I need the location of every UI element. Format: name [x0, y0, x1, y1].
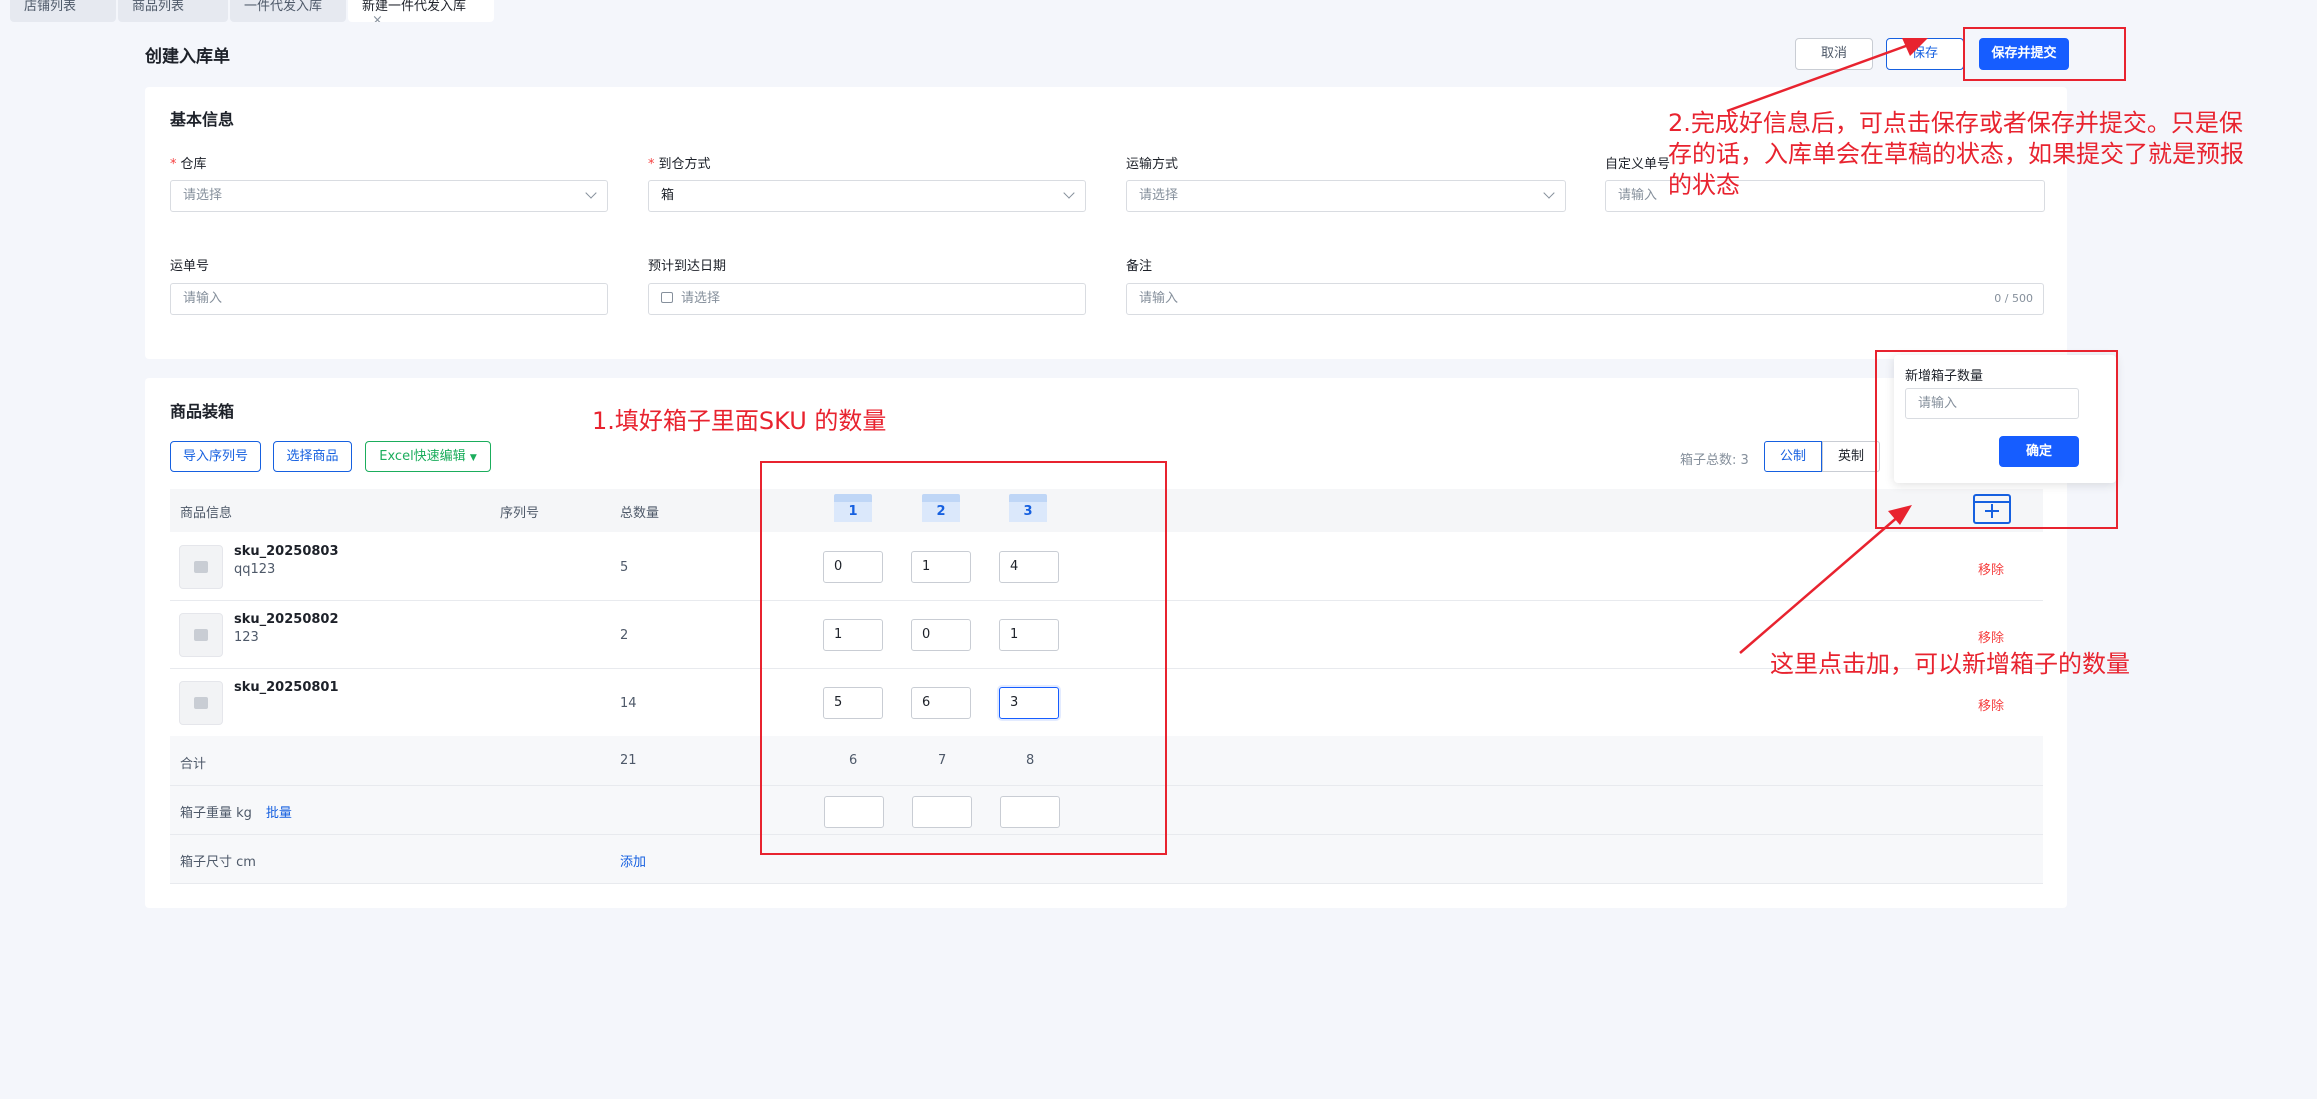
annotation-add-box: 这里点击加，可以新增箱子的数量 — [1770, 650, 2130, 678]
annotation-line: 存的话，入库单会在草稿的状态，如果提交了就是预报 — [1668, 140, 2244, 168]
annotation-step2: 2.完成好信息后，可点击保存或者保存并提交。只是保 存的话，入库单会在草稿的状态… — [1668, 108, 2244, 201]
annotation-step1: 1.填好箱子里面SKU 的数量 — [592, 407, 887, 435]
arrow-to-add-box — [1739, 514, 1901, 654]
arrow-to-save — [1726, 41, 1915, 113]
annotation-line: 2.完成好信息后，可点击保存或者保存并提交。只是保 — [1668, 109, 2243, 137]
annotation-line: 的状态 — [1668, 171, 1740, 199]
